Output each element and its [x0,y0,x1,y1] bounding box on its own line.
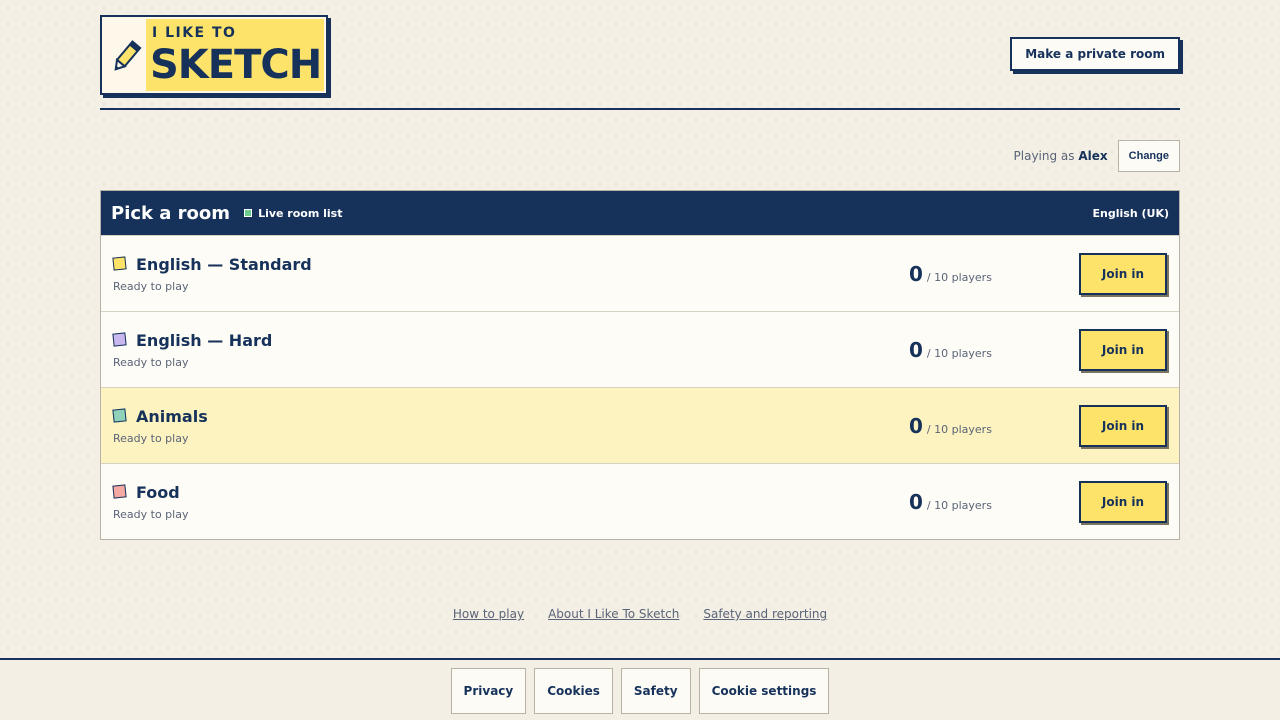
room-list-panel: Pick a room Live room list English (UK) … [100,190,1180,540]
player-capacity: / 10 players [926,499,992,512]
room-color-icon [112,256,127,271]
make-private-room-button[interactable]: Make a private room [1010,37,1180,71]
room-status: Ready to play [113,280,189,293]
join-room-button[interactable]: Join in [1079,405,1167,447]
room-status: Ready to play [113,432,189,445]
live-indicator: Live room list [244,207,342,220]
player-count-number: 0 [909,262,923,286]
room-player-count: 0 / 10 players [909,338,992,362]
room-name: English — Hard [136,331,273,350]
room-status: Ready to play [113,356,189,369]
logo-big-text: SKETCH [150,42,322,88]
player-capacity: / 10 players [926,347,992,360]
player-info: Playing as Alex Change [1014,140,1180,172]
cookies-button[interactable]: Cookies [534,668,613,714]
room-row: Food Ready to play 0 / 10 players Join i… [101,463,1179,539]
cookie-settings-button[interactable]: Cookie settings [698,668,830,714]
room-color-icon [112,408,127,423]
room-row: English — Standard Ready to play 0 / 10 … [101,235,1179,311]
site-header: I LIKE TO SKETCH Make a private room [100,0,1180,110]
logo[interactable]: I LIKE TO SKETCH [100,15,328,95]
room-name: English — Standard [136,255,312,274]
join-room-button[interactable]: Join in [1079,481,1167,523]
room-row: English — Hard Ready to play 0 / 10 play… [101,311,1179,387]
about-link[interactable]: About I Like To Sketch [548,607,679,621]
room-player-count: 0 / 10 players [909,414,992,438]
bottom-buttons: Privacy Cookies Safety Cookie settings [0,668,1280,714]
join-room-button[interactable]: Join in [1079,329,1167,371]
room-row: Animals Ready to play 0 / 10 players Joi… [101,387,1179,463]
live-indicator-icon [244,209,253,217]
room-color-icon [112,332,127,347]
pencil-icon [114,40,142,71]
player-capacity: / 10 players [926,271,992,284]
playing-as-prefix: Playing as [1013,149,1075,163]
bottom-bar: Privacy Cookies Safety Cookie settings [0,658,1280,720]
player-capacity: / 10 players [926,423,992,436]
room-player-count: 0 / 10 players [909,490,992,514]
safety-button[interactable]: Safety [620,668,691,714]
player-count-number: 0 [909,414,923,438]
privacy-button[interactable]: Privacy [450,668,527,714]
player-name: Alex [1078,149,1108,163]
change-name-button[interactable]: Change [1117,140,1180,172]
room-name: Animals [136,407,208,426]
footer-links: How to play About I Like To Sketch Safet… [0,607,1280,621]
room-list-header: Pick a room Live room list English (UK) [101,191,1179,235]
join-room-button[interactable]: Join in [1079,253,1167,295]
playing-as-text: Playing as Alex [1014,149,1108,163]
room-color-icon [112,484,127,499]
room-list-title: Pick a room [111,202,231,224]
room-status: Ready to play [113,508,189,521]
how-to-play-link[interactable]: How to play [453,607,524,621]
logo-small-text: I LIKE TO [152,25,237,41]
live-label: Live room list [258,206,343,220]
player-count-number: 0 [909,338,923,362]
safety-reporting-link[interactable]: Safety and reporting [703,607,827,621]
logo-panel: I LIKE TO SKETCH [146,19,324,91]
player-count-number: 0 [909,490,923,514]
room-player-count: 0 / 10 players [909,262,992,286]
room-name: Food [136,483,180,502]
language-label: English (UK) [1092,206,1169,220]
